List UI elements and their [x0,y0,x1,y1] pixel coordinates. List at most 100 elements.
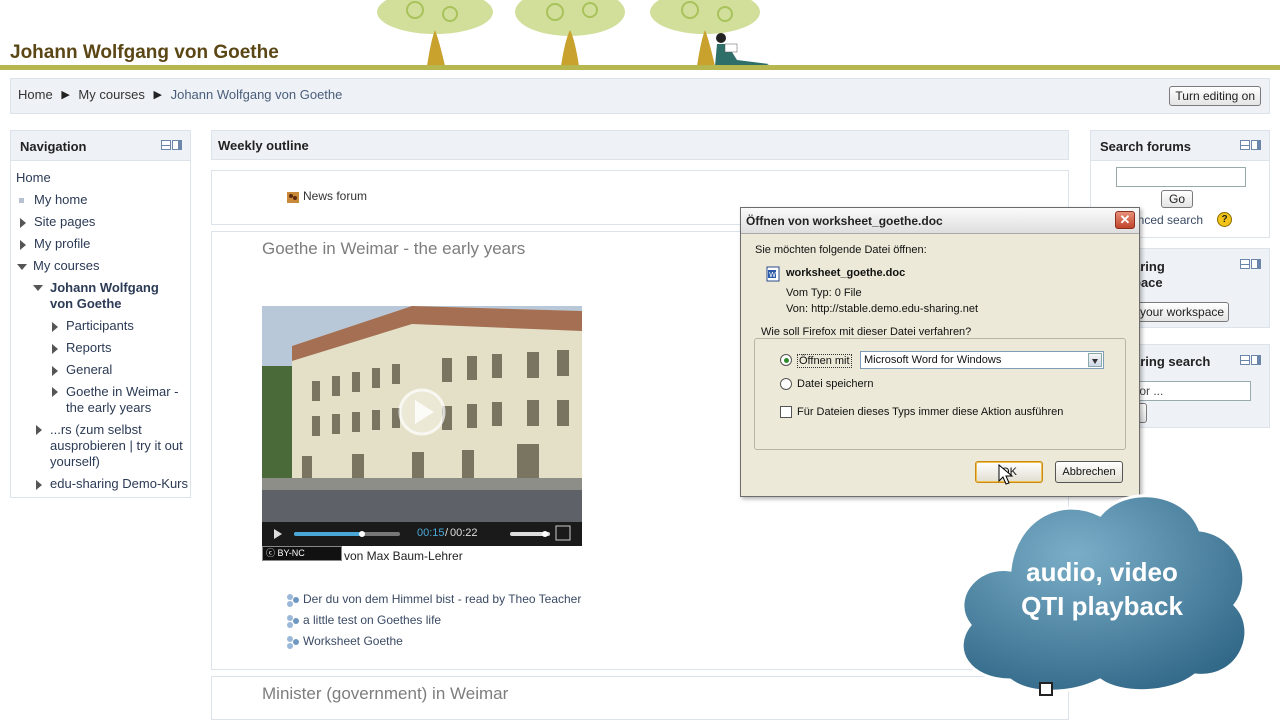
navbar: Home ▶ My courses ▶ Johann Wolfgang von … [10,78,1270,114]
nav-item-reports[interactable]: Reports [52,340,112,355]
site-title[interactable]: Johann Wolfgang von Goethe [10,42,279,64]
dialog-file-type: Vom Typ: 0 File [786,287,862,299]
play-icon[interactable] [274,529,282,539]
close-icon[interactable]: ✕ [1115,211,1135,229]
header-divider [0,65,1280,70]
expand-arrow-icon[interactable] [36,425,42,435]
save-file-label[interactable]: Datei speichern [797,378,873,390]
activity-item[interactable]: Der du von dem Himmel bist - read by The… [286,592,581,607]
news-forum-link[interactable]: News forum [286,189,367,204]
dialog-intro: Sie möchten folgende Datei öffnen: [755,244,927,256]
advanced-search-link[interactable]: anced search [1131,213,1203,227]
tree-illustration [377,0,769,66]
section-toggle-icon[interactable] [1039,682,1053,696]
nav-label: General [66,362,113,377]
dialog-filename: worksheet_goethe.doc [786,267,906,279]
nav-item-general[interactable]: General [52,362,112,377]
dock-icon[interactable] [1251,259,1261,269]
breadcrumb: Home ▶ My courses ▶ Johann Wolfgang von … [18,86,342,102]
edu-search-title: aring search [1133,354,1211,369]
weekly-outline-header: Weekly outline [211,130,1069,160]
nav-item-demo-course[interactable]: edu-sharing Demo-Kurs [36,476,188,491]
block-controls [1239,140,1261,150]
nav-item-participants[interactable]: Participants [52,318,134,333]
edu-sharing-icon [287,635,299,649]
nav-label: Johann Wolfgang von Goethe [50,280,159,311]
dock-icon[interactable] [1251,355,1261,365]
minimize-icon[interactable] [1240,259,1250,269]
dock-icon[interactable] [1251,140,1261,150]
open-with-label[interactable]: Öffnen mit [797,354,852,368]
nav-item-my-profile[interactable]: My profile [20,236,90,251]
expand-arrow-icon[interactable] [36,479,42,490]
time-current: 00:15 [417,527,445,539]
chevron-down-icon[interactable] [1088,353,1102,367]
nav-label: Participants [66,318,134,333]
expand-arrow-icon[interactable] [52,365,58,376]
breadcrumb-my-courses[interactable]: My courses [78,87,144,102]
breadcrumb-current[interactable]: Johann Wolfgang von Goethe [171,87,343,102]
video-byline: von Max Baum-Lehrer [344,549,463,563]
fullscreen-icon [555,525,571,541]
block-controls [1239,355,1261,365]
block-controls [160,140,182,150]
always-do-checkbox[interactable] [780,406,792,418]
forum-icon [287,191,299,203]
open-workspace-button[interactable]: your workspace [1133,302,1230,322]
nav-item-my-courses[interactable]: My courses [17,258,99,273]
section-minister: Minister (government) in Weimar [211,676,1069,720]
go-button[interactable]: Go [1161,190,1194,208]
nav-label: My home [34,192,88,207]
dialog-file-source: Von: http://stable.demo.edu-sharing.net [786,303,979,315]
cancel-label: Abbrechen [1062,466,1116,478]
video-frame [262,306,582,546]
nav-label: My profile [34,236,91,251]
application-select[interactable]: Microsoft Word for Windows [860,351,1104,369]
expand-arrow-icon[interactable] [52,343,58,354]
minimize-icon[interactable] [1240,140,1250,150]
nav-item-home[interactable]: Home [16,170,51,185]
expand-arrow-icon[interactable] [52,387,58,397]
activity-item[interactable]: a little test on Goethes life [286,613,441,628]
minimize-icon[interactable] [161,140,171,150]
nav-item-goethe-weimar[interactable]: Goethe in Weimar - the early years [52,384,184,416]
breadcrumb-separator-icon: ▶ [153,89,162,102]
word-document-icon: W [766,266,780,282]
expand-arrow-icon[interactable] [52,321,58,332]
dock-icon[interactable] [172,140,182,150]
expand-arrow-icon[interactable] [20,217,26,228]
navigation-block-header: Navigation [11,131,190,161]
nav-item-site-pages[interactable]: Site pages [20,214,95,229]
video-player[interactable] [262,306,582,546]
cloud-line-1: audio, video [1026,557,1178,587]
cc-license-badge[interactable]: ⓒ BY-NC [262,546,342,561]
activity-label: Der du von dem Himmel bist - read by The… [303,592,582,606]
activity-item[interactable]: Worksheet Goethe [286,634,403,649]
seek-handle [359,531,365,537]
nav-item-current-course[interactable]: Johann Wolfgang von Goethe [33,280,183,312]
nav-label: Reports [66,340,112,355]
activity-label: Worksheet Goethe [303,634,403,648]
save-file-radio[interactable] [780,378,792,390]
time-separator: / [445,527,449,539]
expand-arrow-icon[interactable] [20,239,26,250]
time-total: 00:22 [450,527,478,539]
nav-item-my-home[interactable]: My home [16,192,87,207]
open-with-radio[interactable] [780,354,792,366]
always-do-label[interactable]: Für Dateien dieses Typs immer diese Akti… [797,406,1063,418]
dialog-question: Wie soll Firefox mit dieser Datei verfah… [759,326,974,338]
collapse-arrow-icon[interactable] [33,285,43,291]
nav-label: Goethe in Weimar - the early years [66,384,179,415]
section-title: Minister (government) in Weimar [262,684,509,703]
help-icon[interactable]: ? [1217,212,1232,227]
breadcrumb-home[interactable]: Home [18,87,53,102]
edu-search-input[interactable]: for ... [1131,381,1251,401]
nav-label: Home [16,170,51,185]
collapse-arrow-icon[interactable] [17,263,27,270]
search-forums-input[interactable] [1116,167,1246,187]
minimize-icon[interactable] [1240,355,1250,365]
turn-editing-on-button[interactable]: Turn editing on [1169,86,1261,106]
search-forums-title: Search forums [1100,139,1192,154]
nav-item-try-it-out[interactable]: ...rs (zum selbst ausprobieren | try it … [36,422,186,470]
block-controls [1239,259,1261,269]
